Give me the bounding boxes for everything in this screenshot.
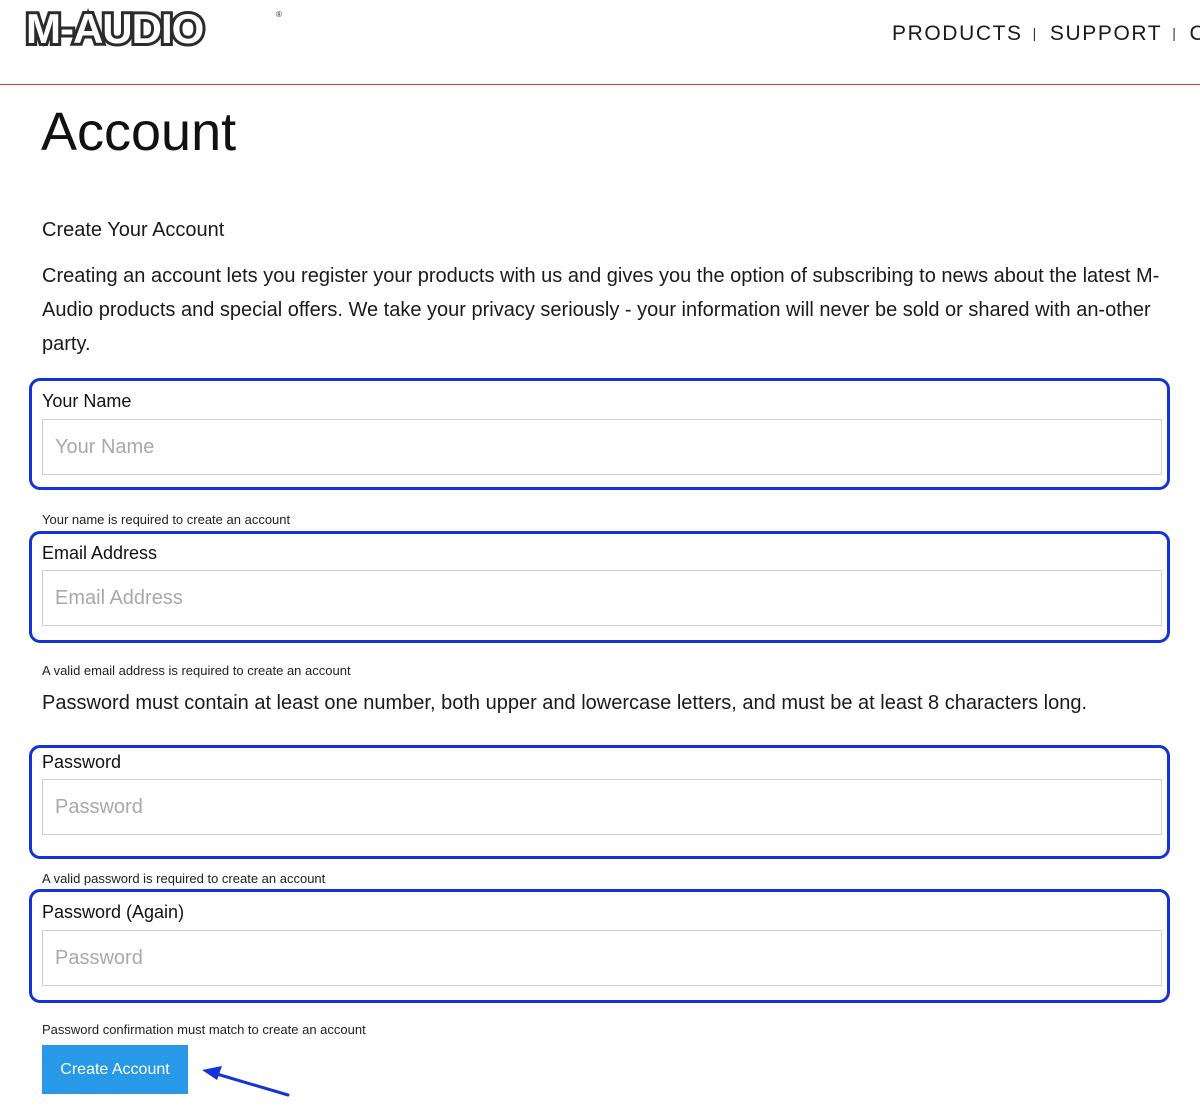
email-label: Email Address (42, 543, 158, 563)
arrow-left-icon (202, 1066, 290, 1097)
nav-separator: | (1172, 25, 1178, 41)
email-field-group: Email Address (29, 531, 1170, 643)
site-header: M-AUDIO ® PRODUCTS | SUPPORT | CO (0, 0, 1200, 85)
email-input[interactable] (42, 570, 1162, 626)
m-audio-logo[interactable]: M-AUDIO (23, 3, 207, 55)
password-field-group: Password (29, 745, 1170, 859)
email-help-text: A valid email address is required to cre… (42, 663, 351, 678)
name-field-group: Your Name (29, 378, 1170, 490)
section-subtitle: Create Your Account (42, 219, 225, 241)
main-nav: PRODUCTS | SUPPORT | CO (892, 18, 1200, 49)
nav-item-support[interactable]: SUPPORT (1050, 22, 1162, 45)
page-title: Account (41, 102, 237, 162)
name-input[interactable] (42, 419, 1162, 475)
nav-item-products[interactable]: PRODUCTS (892, 22, 1023, 45)
name-help-text: Your name is required to create an accou… (42, 512, 291, 527)
nav-separator: | (1032, 25, 1038, 41)
password-again-field-group: Password (Again) (29, 889, 1170, 1003)
name-label: Your Name (42, 391, 132, 411)
password-again-help-text: Password confirmation must match to crea… (42, 1022, 366, 1037)
create-account-button[interactable]: Create Account (42, 1045, 188, 1094)
intro-paragraph: Creating an account lets you register yo… (42, 265, 1160, 355)
registered-mark: ® (276, 10, 282, 19)
password-again-input[interactable] (42, 930, 1162, 986)
password-label: Password (42, 752, 122, 772)
nav-item-co[interactable]: CO (1189, 22, 1200, 45)
password-again-label: Password (Again) (42, 902, 185, 922)
password-requirements: Password must contain at least one numbe… (42, 692, 1088, 714)
password-help-text: A valid password is required to create a… (42, 871, 326, 886)
password-input[interactable] (42, 779, 1162, 835)
